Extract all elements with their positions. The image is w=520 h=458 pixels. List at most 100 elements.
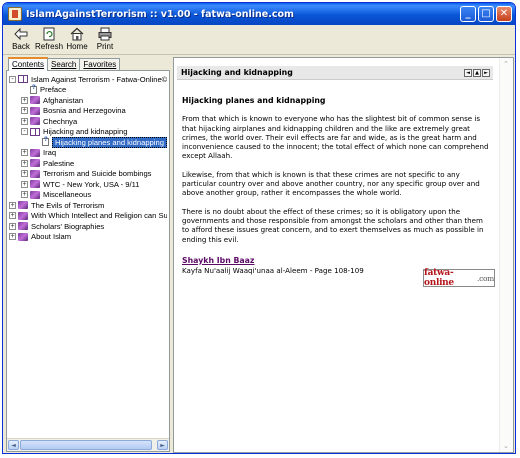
tree-item-label: About Islam (31, 232, 72, 242)
tree-item-label: Hijacking and kidnapping (43, 127, 128, 137)
window-title: IslamAgainstTerrorism :: v1.00 - fatwa-o… (26, 8, 294, 20)
horizontal-scrollbar[interactable]: ◄ ► (7, 438, 169, 451)
maximize-button[interactable]: □ (478, 6, 494, 22)
tree-item-label: Palestine (43, 158, 75, 168)
expand-icon[interactable]: + (21, 180, 28, 188)
title-bar[interactable]: IslamAgainstTerrorism :: v1.00 - fatwa-o… (3, 3, 515, 25)
closed-book-icon (30, 106, 40, 115)
minimize-button[interactable]: _ (460, 6, 476, 22)
expand-icon[interactable]: + (21, 96, 28, 104)
tree-item[interactable]: + The Evils of Terrorism (9, 200, 167, 211)
author-link[interactable]: Shaykh Ibn Baaz (182, 256, 490, 265)
refresh-icon (43, 27, 55, 41)
topic-paragraph: Likewise, from that which is known is th… (182, 169, 480, 198)
tree-item[interactable]: + About Islam (9, 232, 167, 243)
tree-item-label: WTC - New York, USA - 9/11 (43, 179, 140, 189)
home-button[interactable]: Home (63, 25, 91, 55)
expand-icon[interactable]: + (9, 201, 16, 209)
up-topic-icon[interactable]: ▲ (473, 69, 481, 77)
tree-item[interactable]: + Bosnia and Herzegovina (9, 106, 167, 117)
navigation-tabs: Contents Search Favorites (6, 57, 170, 71)
tree-item[interactable]: - Islam Against Terrorism - Fatwa-Online© (9, 74, 167, 85)
scroll-down-icon[interactable]: ⌄ (503, 442, 509, 450)
tree-item-label: Preface (40, 85, 67, 95)
topic-content: Hijacking planes and kidnapping From tha… (182, 96, 490, 275)
navigation-pane: Contents Search Favorites - Islam Against… (6, 57, 170, 453)
contents-tree: - Islam Against Terrorism - Fatwa-Online©… (9, 74, 167, 437)
scroll-left-icon[interactable]: ◄ (8, 440, 19, 450)
closed-book-icon (18, 232, 28, 241)
previous-topic-icon[interactable]: ◄ (464, 69, 472, 77)
topic-header-title: Hijacking and kidnapping (181, 68, 293, 77)
home-icon (70, 27, 84, 41)
expand-icon[interactable]: + (9, 212, 16, 220)
help-page-icon (42, 137, 49, 147)
tree-item-label: Afghanistan (43, 95, 84, 105)
expand-icon[interactable]: + (9, 233, 16, 241)
topic-pane: Hijacking and kidnapping ◄ ▲ ► Hijacking… (173, 57, 514, 453)
expand-icon[interactable]: + (21, 117, 28, 125)
tree-item-label: Iraq (43, 148, 57, 158)
toolbar: Back Refresh Home Print (3, 25, 515, 55)
tree-item[interactable]: Preface (9, 85, 167, 96)
tree-item[interactable]: + Scholars' Biographies (9, 221, 167, 232)
home-label: Home (66, 42, 88, 51)
vertical-scrollbar[interactable]: ⌃ ⌄ (499, 58, 513, 452)
fatwa-online-logo[interactable]: fatwa-online .com (423, 268, 495, 288)
back-button[interactable]: Back (7, 25, 35, 55)
help-page-icon (30, 85, 37, 94)
scroll-thumb[interactable] (20, 440, 152, 450)
topic-header: Hijacking and kidnapping ◄ ▲ ► (177, 66, 493, 80)
tree-item[interactable]: + Terrorism and Suicide bombings (9, 169, 167, 180)
tree-item[interactable]: + With Which Intellect and Religion can S… (9, 211, 167, 222)
expand-icon[interactable]: + (9, 222, 16, 230)
closed-book-icon (30, 169, 40, 178)
close-button[interactable]: ✕ (496, 6, 512, 22)
tree-item-label: Bosnia and Herzegovina (43, 106, 126, 116)
tree-item[interactable]: + WTC - New York, USA - 9/11 (9, 179, 167, 190)
scroll-up-icon[interactable]: ⌃ (503, 60, 509, 68)
printer-icon (98, 27, 112, 41)
open-book-icon (18, 75, 28, 84)
refresh-button[interactable]: Refresh (35, 25, 63, 55)
logo-brand: fatwa-online (424, 268, 454, 288)
closed-book-icon (30, 148, 40, 157)
contents-tree-box: - Islam Against Terrorism - Fatwa-Online©… (6, 70, 170, 452)
tree-item-label: Islam Against Terrorism - Fatwa-Online© (31, 74, 167, 84)
closed-book-icon (18, 211, 28, 220)
tree-item-label: Miscellaneous (43, 190, 92, 200)
app-window: IslamAgainstTerrorism :: v1.00 - fatwa-o… (2, 2, 516, 454)
tree-item[interactable]: + Palestine (9, 158, 167, 169)
tree-item[interactable]: + Miscellaneous (9, 190, 167, 201)
topic-paragraph: There is no doubt about the effect of th… (182, 206, 484, 244)
tree-item-label: The Evils of Terrorism (31, 200, 105, 210)
expand-icon[interactable]: + (21, 149, 28, 157)
expand-icon[interactable]: + (21, 170, 28, 178)
scroll-right-icon[interactable]: ► (157, 440, 168, 450)
closed-book-icon (30, 117, 40, 126)
next-topic-icon[interactable]: ► (482, 69, 490, 77)
closed-book-icon (30, 180, 40, 189)
tree-item-label: With Which Intellect and Religion can Su… (31, 211, 167, 221)
tree-item[interactable]: - Hijacking and kidnapping (9, 127, 167, 138)
tab-contents[interactable]: Contents (8, 57, 49, 71)
back-arrow-icon (14, 27, 28, 41)
back-label: Back (12, 42, 30, 51)
expand-icon[interactable]: + (21, 191, 28, 199)
collapse-icon[interactable]: - (21, 128, 28, 136)
tree-item-label: Scholars' Biographies (31, 221, 105, 231)
expand-icon[interactable]: + (21, 107, 28, 115)
topic-paragraph: From that which is known to everyone who… (182, 114, 489, 161)
tree-item[interactable]: Hijacking planes and kidnapping (9, 136, 167, 148)
tree-item-label: Chechnya (43, 116, 78, 126)
topic-nav-buttons: ◄ ▲ ► (464, 69, 490, 77)
tree-item[interactable]: + Iraq (9, 148, 167, 159)
collapse-icon[interactable]: - (9, 75, 16, 83)
tree-item[interactable]: + Chechnya (9, 116, 167, 127)
closed-book-icon (18, 222, 28, 231)
expand-icon[interactable]: + (21, 159, 28, 167)
print-button[interactable]: Print (91, 25, 119, 55)
open-book-icon (30, 127, 40, 136)
tree-item[interactable]: + Afghanistan (9, 95, 167, 106)
app-icon[interactable] (8, 7, 22, 21)
